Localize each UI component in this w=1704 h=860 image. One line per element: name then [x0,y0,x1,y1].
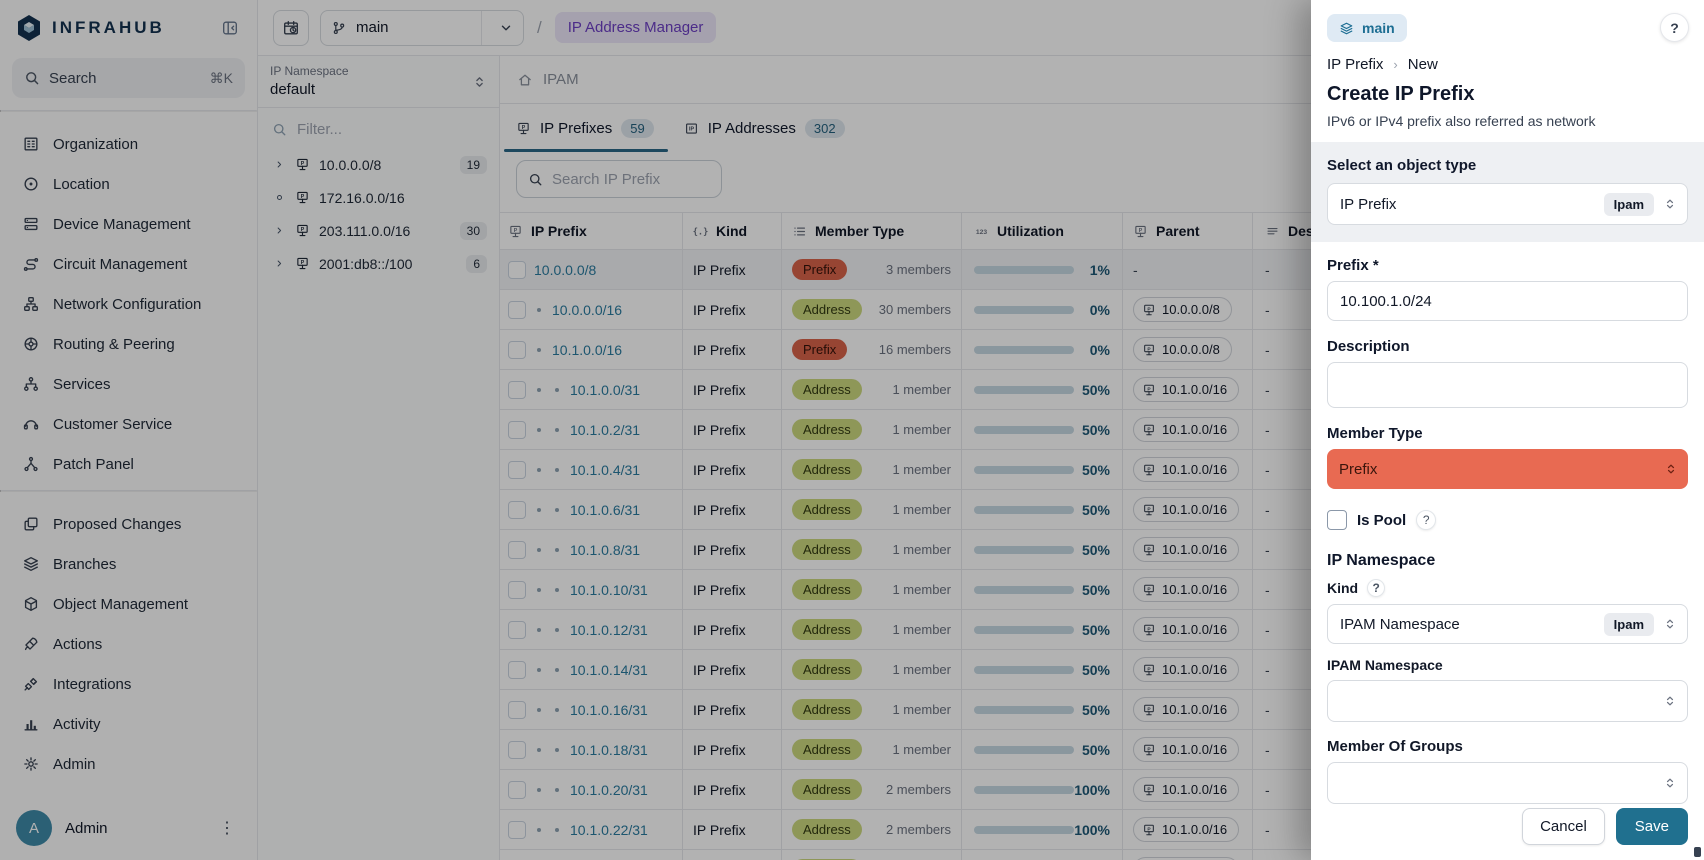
drawer-breadcrumb-parent[interactable]: IP Prefix [1327,56,1383,73]
member-type-select[interactable]: Prefix [1327,449,1688,489]
branch-badge-label: main [1362,20,1395,36]
member-type-value: Prefix [1339,461,1377,478]
corner-caret-artifact [1694,847,1701,857]
branch-badge: main [1327,14,1407,42]
kind-value: IPAM Namespace [1340,616,1460,633]
drawer-breadcrumb-current: New [1408,56,1438,73]
is-pool-help-icon[interactable]: ? [1416,510,1436,530]
drawer-subtitle: IPv6 or IPv4 prefix also referred as net… [1327,113,1688,129]
kind-help-icon[interactable]: ? [1367,579,1385,597]
member-type-field-label: Member Type [1327,425,1688,442]
drawer-breadcrumb: IP Prefix › New [1327,56,1688,73]
drawer-footer: Cancel Save [1311,807,1704,860]
prefix-input[interactable]: 10.100.1.0/24 [1327,281,1688,321]
description-field-label: Description [1327,338,1688,355]
kind-label-row: Kind ? [1327,579,1688,597]
drawer-header: main ? IP Prefix › New Create IP Prefix … [1311,0,1704,142]
object-type-kind-badge: Ipam [1604,193,1654,216]
layers-icon [1339,21,1354,36]
chevron-right-icon: › [1393,57,1397,72]
ipam-namespace-select[interactable] [1327,680,1688,722]
ip-namespace-section-title: IP Namespace [1327,552,1688,570]
kind-badge: Ipam [1604,613,1654,636]
updown-chevron-icon [1664,462,1678,476]
updown-chevron-icon [1663,617,1677,631]
kind-label: Kind [1327,580,1358,596]
updown-chevron-icon [1663,776,1677,790]
updown-chevron-icon [1663,197,1677,211]
prefix-field-label: Prefix * [1327,257,1688,274]
is-pool-checkbox[interactable] [1327,510,1347,530]
drawer-title: Create IP Prefix [1327,83,1688,106]
save-button[interactable]: Save [1616,808,1688,845]
object-type-select[interactable]: IP Prefix Ipam [1327,183,1688,225]
create-prefix-form: Prefix * 10.100.1.0/24 Description Membe… [1311,242,1704,807]
description-input[interactable] [1327,362,1688,408]
is-pool-label: Is Pool [1357,512,1406,529]
object-type-value: IP Prefix [1340,196,1396,213]
is-pool-row: Is Pool ? [1327,510,1688,530]
kind-select[interactable]: IPAM Namespace Ipam [1327,604,1688,644]
member-of-groups-label: Member Of Groups [1327,738,1688,755]
ipam-namespace-label: IPAM Namespace [1327,657,1688,673]
create-ip-prefix-drawer: main ? IP Prefix › New Create IP Prefix … [1311,0,1704,860]
object-type-label: Select an object type [1327,157,1688,174]
object-type-section: Select an object type IP Prefix Ipam [1311,142,1704,242]
help-button[interactable]: ? [1660,13,1689,42]
cancel-button[interactable]: Cancel [1522,808,1605,845]
member-of-groups-select[interactable] [1327,762,1688,804]
updown-chevron-icon [1663,694,1677,708]
